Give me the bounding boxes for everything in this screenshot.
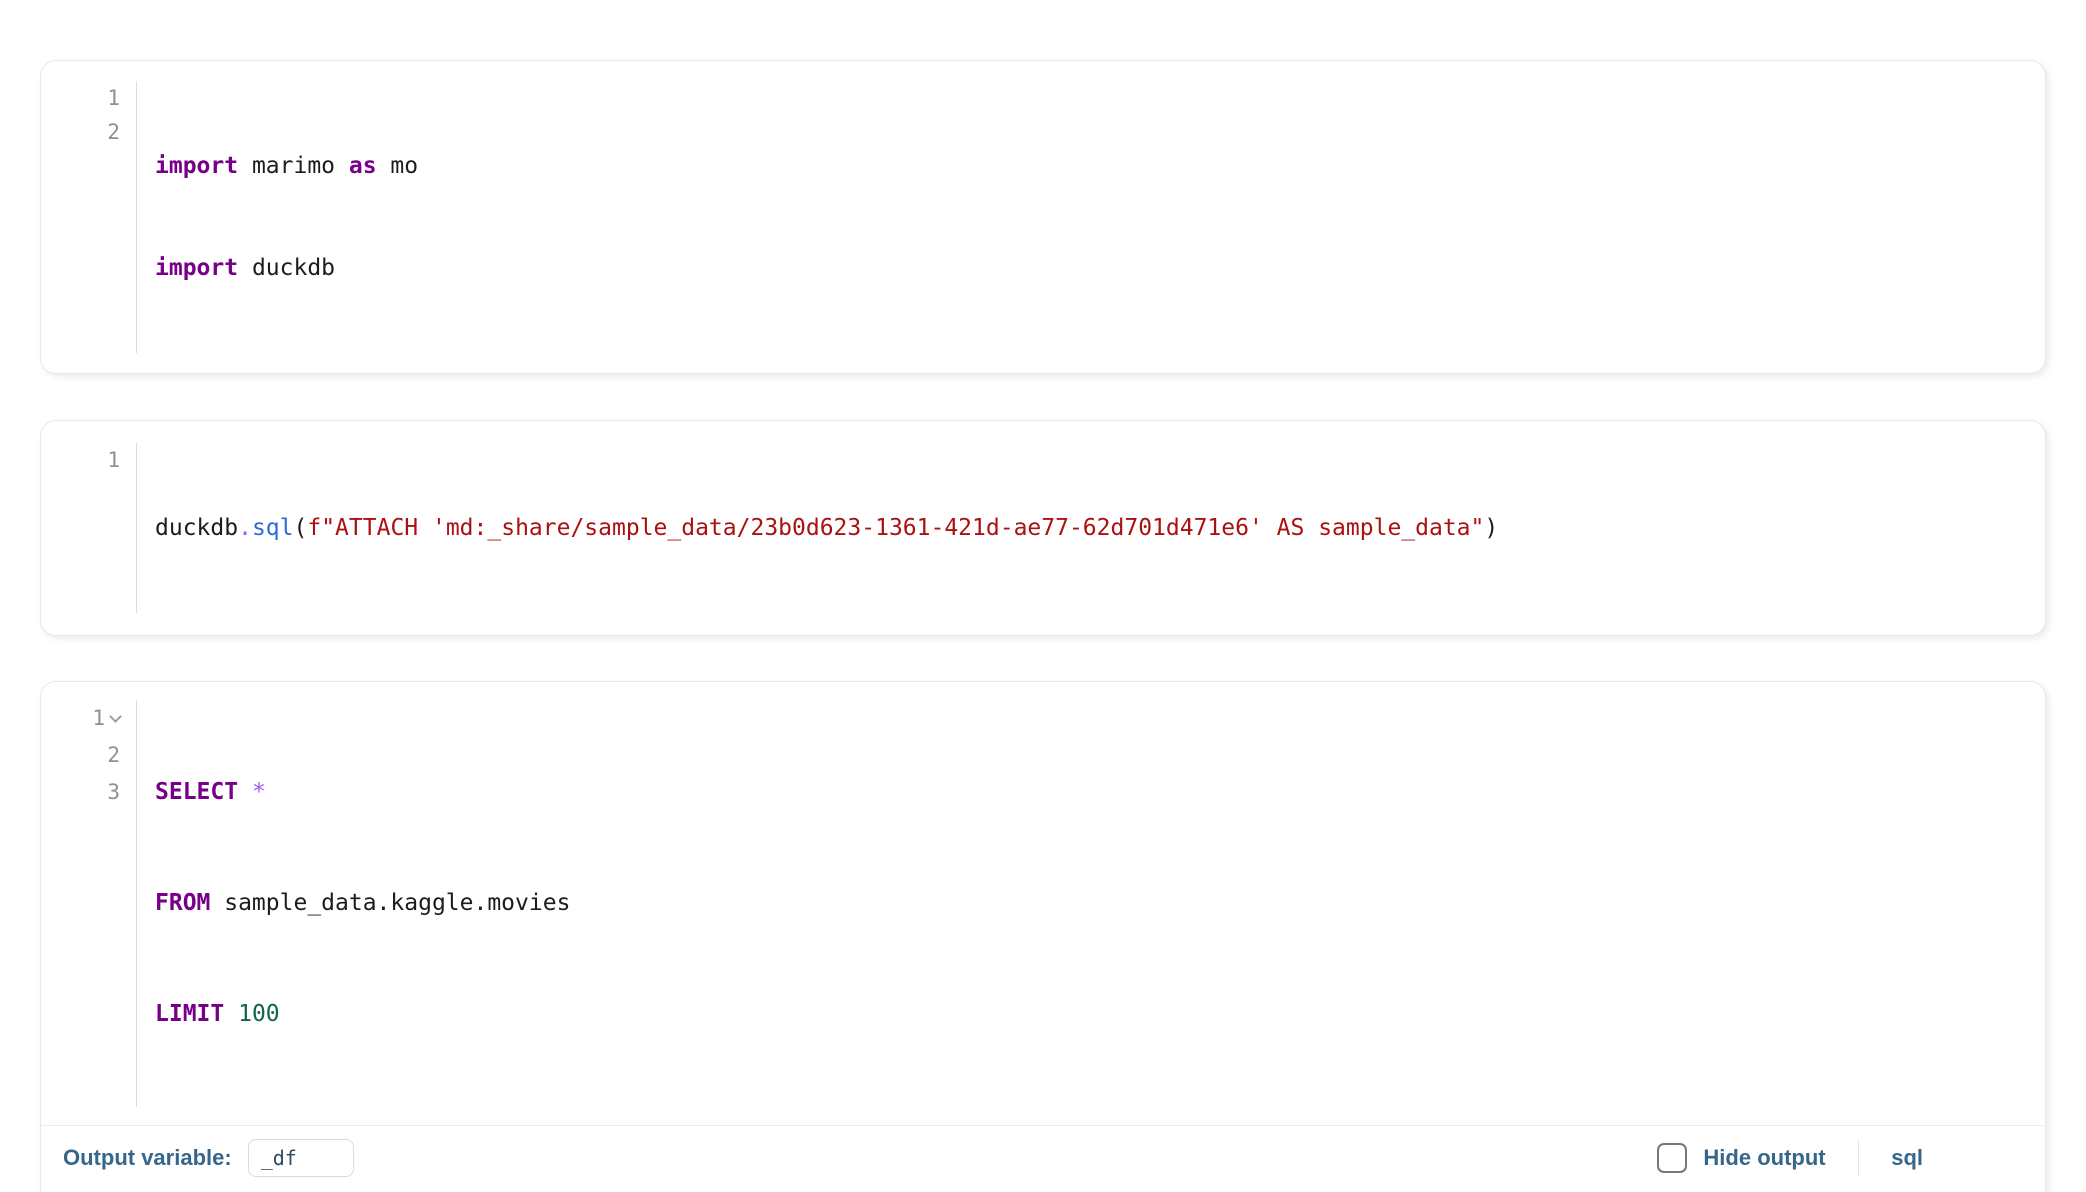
code-token: ( — [294, 515, 308, 541]
code-content: SELECT * FROM sample_data.kaggle.movies … — [137, 700, 570, 1107]
line-number: 2 — [107, 737, 120, 774]
hide-output-checkbox[interactable] — [1657, 1143, 1687, 1173]
code-content: duckdb.sql(f"ATTACH 'md:_share/sample_da… — [137, 443, 1498, 613]
line-number-gutter: 1 2 3 — [41, 700, 137, 1107]
output-variable-bar: Output variable: Hide output sql — [41, 1125, 2045, 1189]
notebook-page: 1 2 import marimo as mo import duckdb 1 … — [0, 0, 2086, 1192]
code-line: import marimo as mo — [155, 149, 418, 183]
sql-cell: 1 2 3 SELECT * FROM sample_data.kaggle.m… — [40, 681, 2046, 1192]
code-token: . — [238, 515, 252, 541]
line-number: 1 — [92, 700, 120, 737]
code-editor-sql[interactable]: 1 2 3 SELECT * FROM sample_data.kaggle.m… — [41, 700, 2045, 1107]
code-line: SELECT * — [155, 774, 570, 811]
code-token: mo — [377, 153, 419, 179]
line-number: 1 — [107, 81, 120, 115]
line-number: 2 — [107, 115, 120, 149]
code-token: * — [238, 779, 266, 805]
code-token: ) — [1484, 515, 1498, 541]
output-variable-input[interactable] — [248, 1139, 354, 1177]
hide-output-label[interactable]: Hide output — [1703, 1145, 1825, 1171]
code-token: LIMIT — [155, 1001, 224, 1027]
code-line: LIMIT 100 — [155, 996, 570, 1033]
code-line: duckdb.sql(f"ATTACH 'md:_share/sample_da… — [155, 511, 1498, 545]
code-editor-imports[interactable]: 1 2 import marimo as mo import duckdb — [41, 81, 2045, 353]
output-variable-label: Output variable: — [63, 1145, 232, 1171]
code-token: as — [349, 153, 377, 179]
code-token: sql — [252, 515, 294, 541]
code-token: SELECT — [155, 779, 238, 805]
line-number: 3 — [107, 774, 120, 811]
line-number-gutter: 1 — [41, 443, 137, 613]
code-token: 100 — [224, 1001, 279, 1027]
fold-chevron-icon[interactable] — [109, 710, 122, 723]
code-line: FROM sample_data.kaggle.movies — [155, 885, 570, 922]
code-line: import duckdb — [155, 251, 418, 285]
code-token: sample_data.kaggle.movies — [210, 890, 570, 916]
outbar-right-group: Hide output sql — [1657, 1140, 1923, 1176]
code-token: f"ATTACH 'md:_share/sample_data/23b0d623… — [307, 515, 1484, 541]
line-number-gutter: 1 2 — [41, 81, 137, 353]
language-badge[interactable]: sql — [1891, 1145, 1923, 1171]
code-token: duckdb — [238, 255, 335, 281]
code-cell-imports: 1 2 import marimo as mo import duckdb — [40, 60, 2046, 374]
code-editor-attach[interactable]: 1 duckdb.sql(f"ATTACH 'md:_share/sample_… — [41, 443, 2045, 613]
divider — [1858, 1140, 1860, 1176]
code-token: duckdb — [155, 515, 238, 541]
code-token: import — [155, 153, 238, 179]
code-token: import — [155, 255, 238, 281]
line-number: 1 — [107, 443, 120, 477]
code-cell-attach: 1 duckdb.sql(f"ATTACH 'md:_share/sample_… — [40, 420, 2046, 636]
code-token: marimo — [238, 153, 349, 179]
sql-editor-wrap: 1 2 3 SELECT * FROM sample_data.kaggle.m… — [41, 682, 2045, 1125]
code-content: import marimo as mo import duckdb — [137, 81, 418, 353]
code-token: FROM — [155, 890, 210, 916]
